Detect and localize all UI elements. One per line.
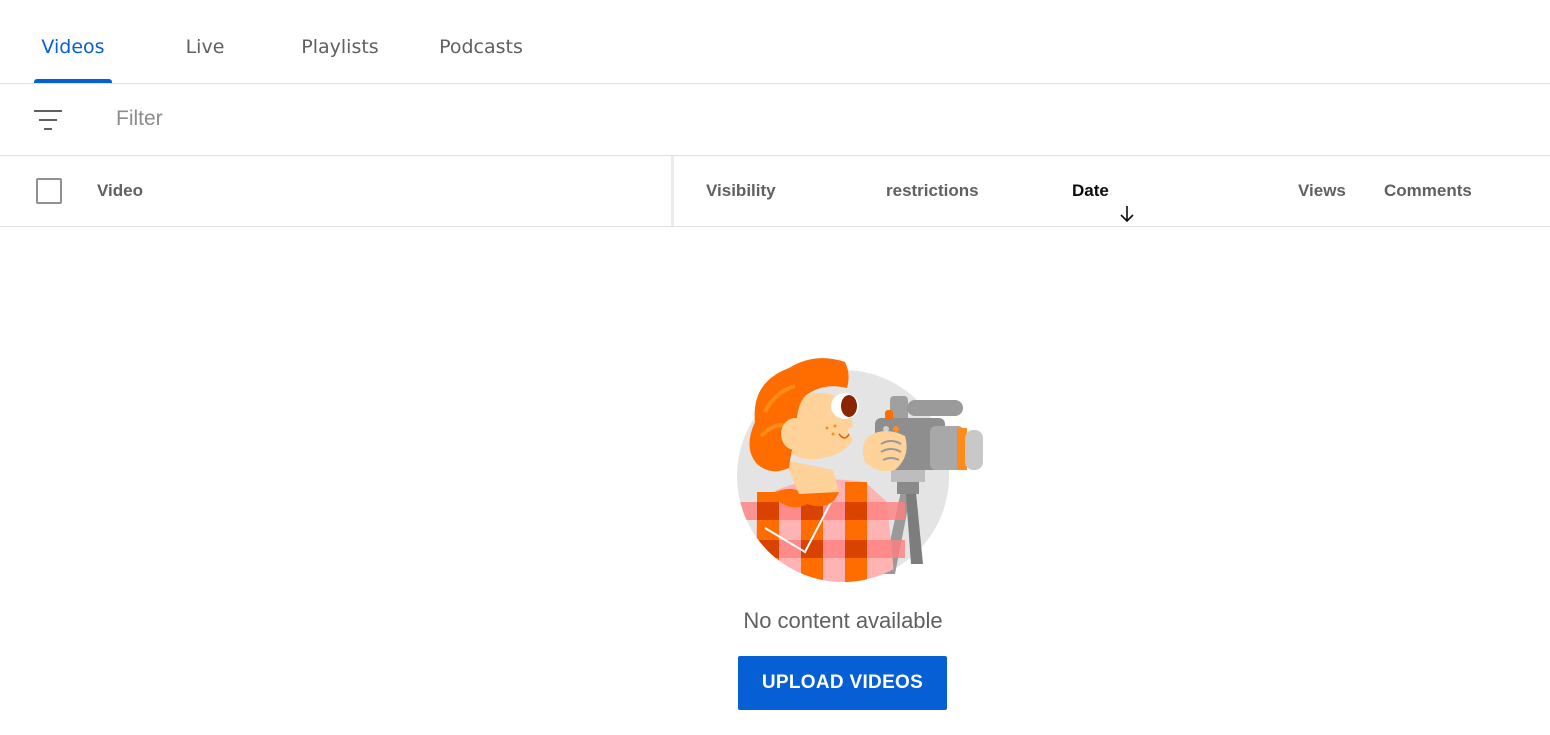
column-header-restrictions: restrictions <box>886 181 979 200</box>
empty-state-message: No content available <box>743 608 943 633</box>
filter-lines-icon[interactable] <box>34 108 64 132</box>
column-header-video: Video <box>97 181 143 200</box>
tab-playlists[interactable]: Playlists <box>300 0 380 83</box>
tab-live[interactable]: Live <box>184 0 226 83</box>
tab-label: Videos <box>41 36 105 58</box>
filter-bar <box>0 84 1550 156</box>
column-divider <box>671 156 674 226</box>
content-tabs: Videos Live Playlists Podcasts <box>0 0 1550 84</box>
person-with-video-camera-illustration <box>735 352 987 584</box>
tab-label: Live <box>185 36 225 58</box>
active-tab-indicator <box>34 79 112 83</box>
upload-videos-button[interactable]: UPLOAD VIDEOS <box>738 656 947 710</box>
tab-label: Podcasts <box>439 36 523 58</box>
tab-label: Playlists <box>301 36 379 58</box>
column-header-visibility: Visibility <box>706 181 776 200</box>
tab-videos[interactable]: Videos <box>34 0 112 83</box>
column-header-date[interactable]: Date <box>1072 156 1135 226</box>
column-header-date-label: Date <box>1072 181 1109 200</box>
arrow-down-icon <box>1119 183 1135 222</box>
tab-podcasts[interactable]: Podcasts <box>438 0 524 83</box>
column-header-comments: Comments <box>1384 181 1472 200</box>
table-header: Video Visibility restrictions Date Views… <box>0 156 1550 227</box>
column-header-views: Views <box>1298 181 1346 200</box>
select-all-checkbox[interactable] <box>36 178 62 204</box>
filter-input[interactable] <box>104 102 1428 136</box>
